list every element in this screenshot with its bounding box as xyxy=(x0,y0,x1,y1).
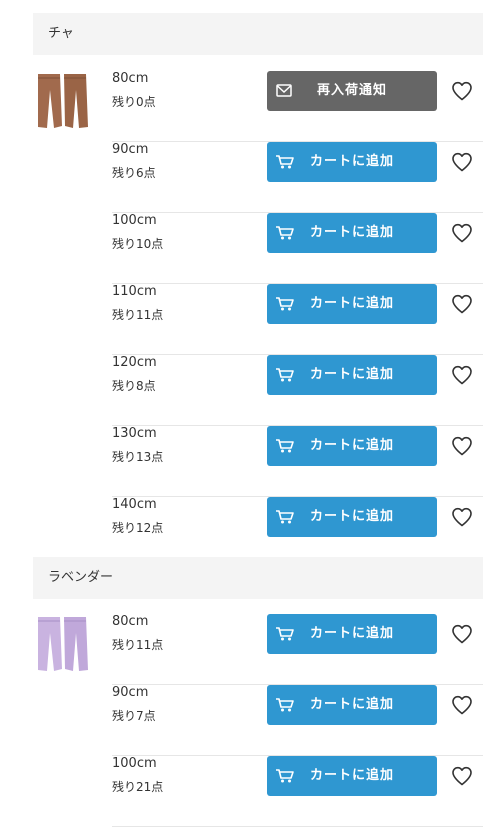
stock-label: 残り13点 xyxy=(112,450,164,464)
add-to-cart-button[interactable]: カートに追加 xyxy=(267,497,437,537)
button-label: カートに追加 xyxy=(309,626,394,641)
add-to-cart-button[interactable]: カートに追加 xyxy=(267,284,437,324)
stock-label: 残り11点 xyxy=(112,638,164,652)
stock-label: 残り6点 xyxy=(112,166,156,180)
button-label: カートに追加 xyxy=(309,438,394,453)
variant-row: 130cm 残り13点 カートに追加 xyxy=(112,426,483,497)
button-label: カートに追加 xyxy=(309,154,394,169)
button-label: カートに追加 xyxy=(309,697,394,712)
size-label: 120cm xyxy=(112,355,157,370)
heart-icon[interactable] xyxy=(450,505,474,529)
button-label: カートに追加 xyxy=(309,768,394,783)
stock-label: 残り8点 xyxy=(112,379,156,393)
add-to-cart-button[interactable]: カートに追加 xyxy=(267,614,437,654)
stock-label: 残り0点 xyxy=(112,95,156,109)
heart-icon[interactable] xyxy=(450,150,474,174)
heart-icon[interactable] xyxy=(450,693,474,717)
add-to-cart-button[interactable]: カートに追加 xyxy=(267,756,437,796)
stock-label: 残り10点 xyxy=(112,237,164,251)
heart-icon[interactable] xyxy=(450,292,474,316)
heart-icon[interactable] xyxy=(450,434,474,458)
variant-row: 100cm 残り10点 カートに追加 xyxy=(112,213,483,284)
add-to-cart-button[interactable]: カートに追加 xyxy=(267,426,437,466)
stock-label: 残り12点 xyxy=(112,521,164,535)
size-label: 100cm xyxy=(112,213,157,228)
button-label: カートに追加 xyxy=(309,225,394,240)
size-label: 110cm xyxy=(112,284,157,299)
add-to-cart-button[interactable]: カートに追加 xyxy=(267,355,437,395)
restock-notify-button[interactable]: 再入荷通知 xyxy=(267,71,437,111)
add-to-cart-button[interactable]: カートに追加 xyxy=(267,142,437,182)
button-label: カートに追加 xyxy=(309,296,394,311)
variant-row: 120cm 残り8点 カートに追加 xyxy=(112,355,483,426)
button-label: カートに追加 xyxy=(309,509,394,524)
color-name: ラベンダー xyxy=(48,570,114,585)
product-variant-list: チャ 80cm 残り0点 再入荷通知 90cm 残り6点 カートに追加 100cm 残り10点… xyxy=(0,0,504,827)
stock-label: 残り21点 xyxy=(112,780,164,794)
add-to-cart-button[interactable]: カートに追加 xyxy=(267,685,437,725)
product-image-lavender-pants[interactable] xyxy=(33,615,93,673)
stock-label: 残り11点 xyxy=(112,308,164,322)
variant-row: 90cm 残り6点 カートに追加 xyxy=(112,142,483,213)
variant-row: 80cm 残り11点 カートに追加 xyxy=(112,614,483,685)
heart-icon[interactable] xyxy=(450,79,474,103)
size-label: 90cm xyxy=(112,142,149,157)
variant-row: 100cm 残り21点 カートに追加 xyxy=(112,756,483,827)
heart-icon[interactable] xyxy=(450,764,474,788)
product-image-brown-pants[interactable] xyxy=(33,72,93,130)
size-label: 80cm xyxy=(112,614,149,629)
color-header-cha: チャ xyxy=(33,13,483,55)
size-label: 140cm xyxy=(112,497,157,512)
stock-label: 残り7点 xyxy=(112,709,156,723)
size-label: 130cm xyxy=(112,426,157,441)
size-label: 90cm xyxy=(112,685,149,700)
button-label: 再入荷通知 xyxy=(316,83,387,98)
heart-icon[interactable] xyxy=(450,363,474,387)
variant-row: 90cm 残り7点 カートに追加 xyxy=(112,685,483,756)
color-name: チャ xyxy=(48,26,74,41)
size-label: 80cm xyxy=(112,71,149,86)
button-label: カートに追加 xyxy=(309,367,394,382)
variant-row: 110cm 残り11点 カートに追加 xyxy=(112,284,483,355)
color-header-lavender: ラベンダー xyxy=(33,557,483,599)
heart-icon[interactable] xyxy=(450,622,474,646)
size-label: 100cm xyxy=(112,756,157,771)
variant-row: 80cm 残り0点 再入荷通知 xyxy=(112,71,483,142)
add-to-cart-button[interactable]: カートに追加 xyxy=(267,213,437,253)
heart-icon[interactable] xyxy=(450,221,474,245)
